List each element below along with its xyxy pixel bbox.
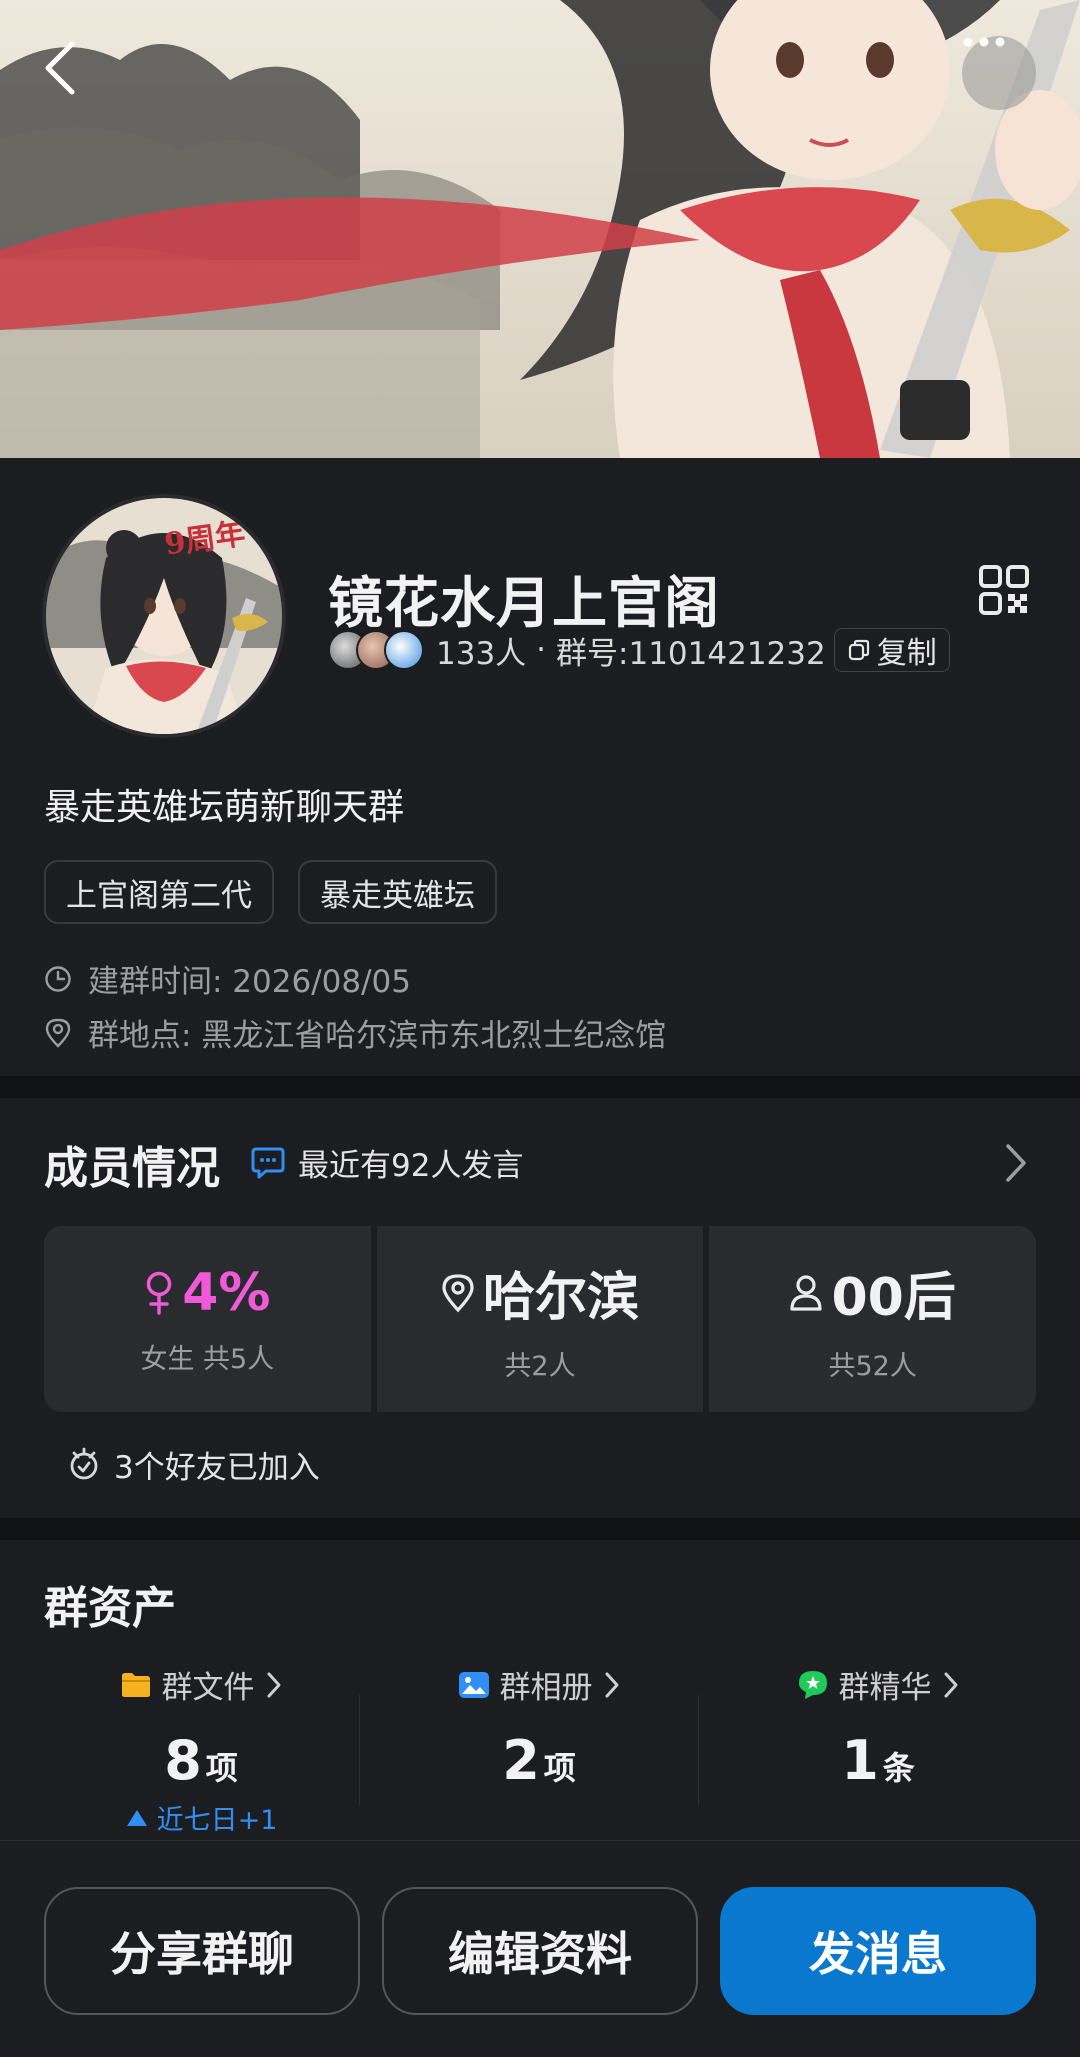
photo-album-icon — [458, 1671, 489, 1698]
location-pin-icon — [45, 1018, 71, 1048]
asset-album-unit: 项 — [543, 1749, 576, 1787]
member-stats: 4% 女生 共5人 哈尔滨 共2人 00后 共52人 — [44, 1226, 1037, 1412]
copy-label: 复制 — [876, 636, 937, 671]
trend-up-icon — [126, 1809, 147, 1826]
top-city: 哈尔滨 — [483, 1268, 640, 1328]
assets-title: 群资产 — [44, 1583, 176, 1634]
created-date-row: 建群时间: 2026/08/05 — [44, 956, 411, 1001]
group-description: 暴走英雄坛萌新聊天群 — [44, 787, 405, 828]
member-count: 133人 — [436, 635, 527, 672]
asset-album[interactable]: 群相册 2项 — [370, 1662, 708, 1792]
ellipsis-icon — [963, 37, 1005, 47]
stat-age[interactable]: 00后 共52人 — [709, 1226, 1037, 1412]
clock-icon — [45, 965, 71, 992]
group-cover-banner — [0, 0, 1080, 458]
group-profile-section: 9周年 镜花水月上官阁 133人 · 群号:1101421232 复制 暴走英雄… — [0, 458, 1080, 1076]
edit-profile-button[interactable]: 编辑资料 — [382, 1887, 698, 2015]
asset-essence-count: 1 — [841, 1729, 879, 1792]
top-age-count: 共52人 — [828, 1351, 917, 1382]
stat-gender[interactable]: 4% 女生 共5人 — [44, 1226, 371, 1412]
top-city-count: 共2人 — [504, 1351, 576, 1382]
chevron-right-icon[interactable] — [1004, 1142, 1028, 1184]
asset-files-count: 8 — [164, 1729, 202, 1792]
chevron-right-icon — [944, 1672, 957, 1697]
group-tag[interactable]: 暴走英雄坛 — [298, 860, 497, 924]
location-pin-icon — [442, 1273, 474, 1312]
member-avatars[interactable] — [328, 630, 424, 670]
qr-code-icon[interactable] — [978, 564, 1030, 616]
group-meta-row: 133人 · 群号:1101421232 复制 — [328, 628, 950, 672]
female-percent: 4% — [182, 1262, 271, 1323]
asset-essence-unit: 条 — [882, 1749, 915, 1787]
chevron-right-icon — [267, 1672, 280, 1697]
asset-album-count: 2 — [502, 1729, 540, 1792]
asset-essence[interactable]: 群精华 1条 — [709, 1662, 1047, 1792]
send-message-button[interactable]: 发消息 — [720, 1887, 1036, 2015]
female-icon — [146, 1271, 172, 1315]
female-count: 女生 共5人 — [140, 1343, 275, 1375]
asset-album-label: 群相册 — [499, 1670, 593, 1706]
meta-separator: · — [536, 632, 547, 668]
friends-joined-text: 3个好友已加入 — [114, 1450, 320, 1486]
top-age-group: 00后 — [831, 1268, 956, 1328]
chat-bubble-icon — [251, 1147, 285, 1178]
copy-button[interactable]: 复制 — [833, 628, 950, 672]
group-assets-section: 群资产 群文件 8项 近七日+1 群相册 2 项 群精华 1 条 — [0, 1540, 1080, 1840]
chevron-left-icon — [45, 41, 75, 95]
column-separator — [698, 1695, 699, 1805]
asset-files-label: 群文件 — [161, 1670, 255, 1706]
friend-badge-icon — [70, 1447, 98, 1479]
essence-star-icon — [798, 1670, 827, 1699]
group-location: 群地点: 黑龙江省哈尔滨市东北烈士纪念馆 — [88, 1018, 667, 1054]
more-button[interactable] — [962, 36, 1036, 110]
members-section: 成员情况 最近有92人发言 4% 女生 共5人 哈尔滨 共2人 00后 共52人… — [0, 1098, 1080, 1518]
asset-files-trend-text: 近七日+1 — [156, 1805, 278, 1836]
recent-speakers[interactable]: 最近有92人发言 — [250, 1140, 523, 1185]
members-title: 成员情况 — [44, 1143, 220, 1194]
back-button[interactable] — [40, 40, 120, 120]
stat-location[interactable]: 哈尔滨 共2人 — [376, 1226, 704, 1412]
person-icon — [790, 1274, 823, 1311]
group-tag[interactable]: 上官阁第二代 — [44, 860, 274, 924]
group-tags: 上官阁第二代 暴走英雄坛 — [44, 860, 497, 924]
section-divider — [0, 1518, 1080, 1540]
asset-files-trend: 近七日+1 — [32, 1798, 370, 1837]
group-avatar[interactable]: 9周年 — [42, 494, 286, 738]
cover-illustration — [0, 0, 1080, 458]
location-row: 群地点: 黑龙江省哈尔滨市东北烈士纪念馆 — [44, 1010, 666, 1055]
folder-icon — [121, 1672, 150, 1697]
asset-files[interactable]: 群文件 8项 近七日+1 — [32, 1662, 370, 1837]
group-number: 群号:1101421232 — [556, 635, 826, 672]
share-group-button[interactable]: 分享群聊 — [44, 1887, 360, 2015]
recent-speakers-text: 最近有92人发言 — [298, 1148, 524, 1184]
column-separator — [359, 1695, 360, 1805]
friends-joined[interactable]: 3个好友已加入 — [68, 1442, 320, 1487]
asset-essence-label: 群精华 — [838, 1670, 932, 1706]
bottom-action-bar: 分享群聊 编辑资料 发消息 — [0, 1840, 1080, 2057]
copy-icon — [848, 639, 869, 661]
section-divider — [0, 1076, 1080, 1098]
created-date: 建群时间: 2026/08/05 — [88, 964, 411, 1000]
member-avatar — [384, 630, 424, 670]
group-name: 镜花水月上官阁 — [328, 571, 721, 635]
chevron-right-icon — [605, 1672, 618, 1697]
asset-files-unit: 项 — [205, 1749, 238, 1787]
